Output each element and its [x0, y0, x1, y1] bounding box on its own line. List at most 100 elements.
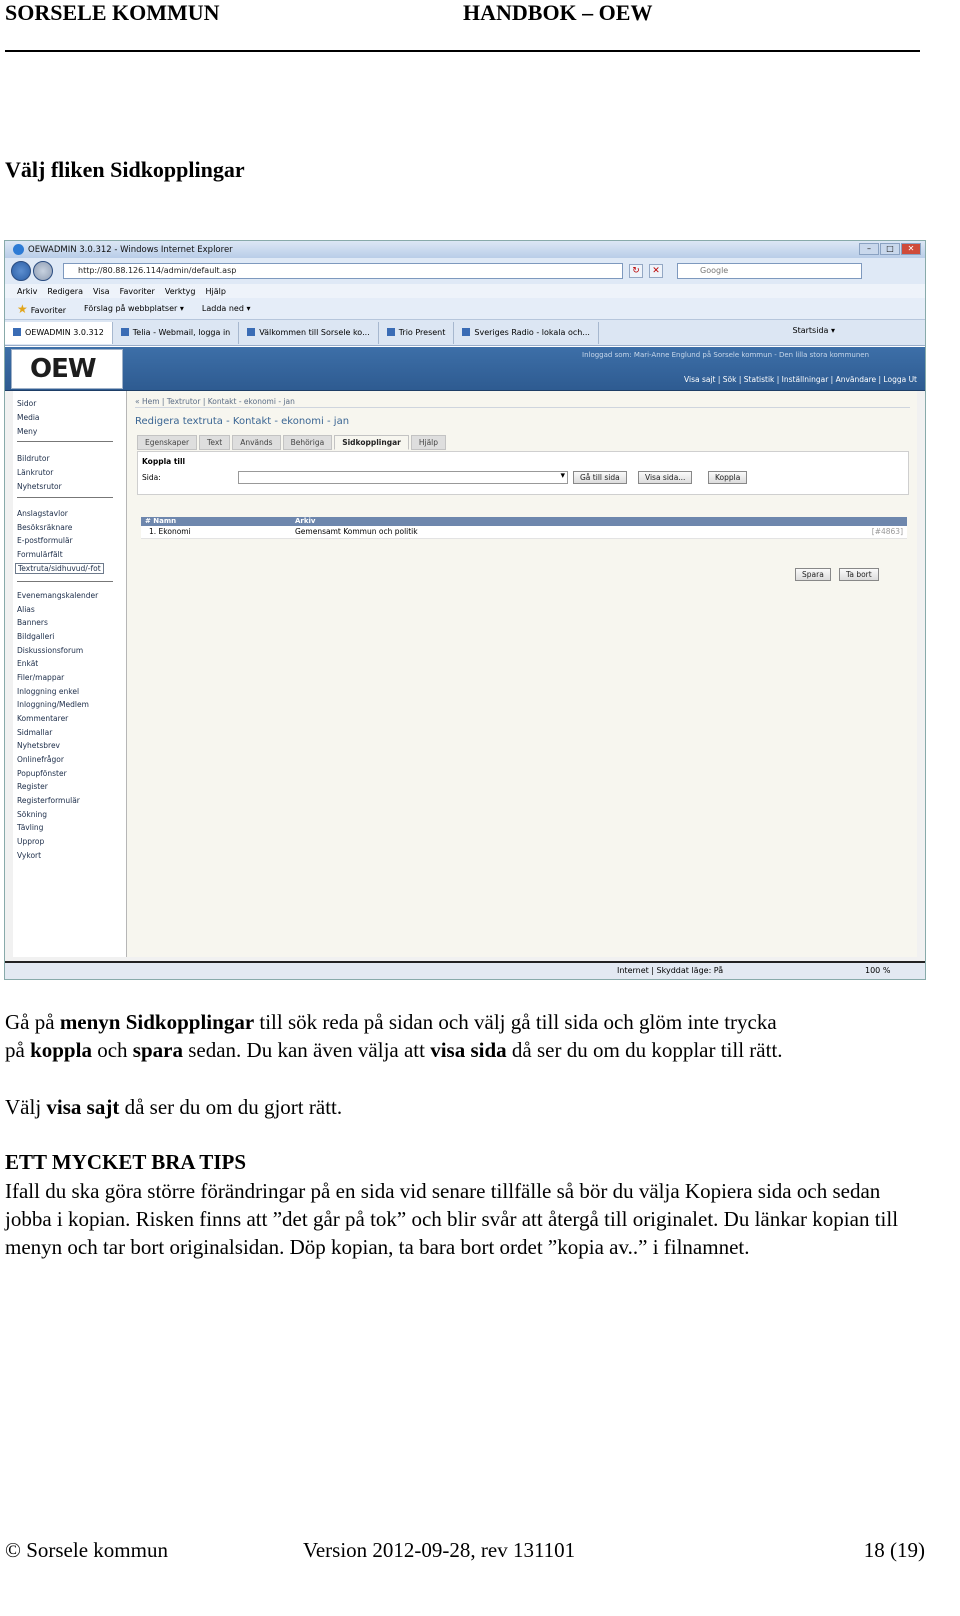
- goto-page-button[interactable]: Gå till sida: [573, 471, 627, 484]
- minimize-icon[interactable]: –: [859, 243, 879, 255]
- text-run: då ser du om du kopplar till rätt.: [506, 1038, 783, 1062]
- sidebar-item[interactable]: Register: [17, 782, 48, 791]
- sidebar-item[interactable]: Banners: [17, 618, 48, 627]
- main-content: « Hem | Textrutor | Kontakt - ekonomi - …: [127, 391, 917, 957]
- sidebar-item[interactable]: Filer/mappar: [17, 673, 64, 682]
- sidebar-item[interactable]: Inloggning/Medlem: [17, 700, 89, 709]
- address-bar[interactable]: http://80.88.126.114/admin/default.asp: [63, 263, 623, 279]
- refresh-icon[interactable]: ↻: [629, 264, 643, 278]
- save-button[interactable]: Spara: [795, 568, 831, 581]
- link-panel: Koppla till Sida: Gå till sida Visa sida…: [137, 451, 909, 495]
- window-title: OEWADMIN 3.0.312 - Windows Internet Expl…: [28, 244, 233, 255]
- sidebar-item[interactable]: Onlinefrågor: [17, 755, 64, 764]
- favorites-label: Favoriter: [30, 305, 67, 315]
- bold-run: koppla: [30, 1038, 92, 1062]
- visa-sajt-paragraph: Välj visa sajt då ser du om du gjort rät…: [5, 1093, 923, 1121]
- status-bar: Internet | Skyddat läge: På 100 %: [5, 961, 925, 979]
- sidebar-item[interactable]: Popupfönster: [17, 769, 67, 778]
- sidebar-item[interactable]: Diskussionsforum: [17, 646, 83, 655]
- text-run: på: [5, 1038, 31, 1062]
- tips-body: Ifall du ska göra större förändringar på…: [5, 1179, 899, 1259]
- security-zone: Internet | Skyddat läge: På: [617, 966, 724, 975]
- sidebar-item[interactable]: Bildrutor: [17, 454, 50, 463]
- menu-bar: Arkiv Redigera Visa Favoriter Verktyg Hj…: [5, 284, 925, 298]
- home-button[interactable]: Startsida ▾: [793, 326, 835, 335]
- sidebar-item[interactable]: Sökning: [17, 810, 47, 819]
- delete-button[interactable]: Ta bort: [839, 568, 879, 581]
- sidebar-item[interactable]: Evenemangskalender: [17, 591, 98, 600]
- maximize-icon[interactable]: □: [880, 243, 900, 255]
- sidebar-item[interactable]: E-postformulär: [17, 536, 73, 545]
- back-icon[interactable]: [11, 261, 31, 281]
- browser-tab[interactable]: Sveriges Radio - lokala och...: [454, 321, 599, 344]
- browser-tab[interactable]: Telia - Webmail, logga in: [113, 321, 240, 344]
- sidebar-item[interactable]: Vykort: [17, 851, 41, 860]
- breadcrumb[interactable]: « Hem | Textrutor | Kontakt - ekonomi - …: [135, 397, 295, 406]
- sidebar-item[interactable]: Alias: [17, 605, 35, 614]
- text-run: till sök reda på sidan och välj gå till …: [254, 1010, 777, 1034]
- close-icon[interactable]: ✕: [901, 243, 921, 255]
- tab-sidkopplingar[interactable]: Sidkopplingar: [334, 435, 409, 450]
- stop-icon[interactable]: ✕: [649, 264, 663, 278]
- sidebar-item[interactable]: Registerformulär: [17, 796, 80, 805]
- menu-arkiv[interactable]: Arkiv: [17, 287, 37, 296]
- menu-favoriter[interactable]: Favoriter: [120, 287, 155, 296]
- sidebar-item[interactable]: Sidmallar: [17, 728, 52, 737]
- sidebar-item[interactable]: Tävling: [17, 823, 43, 832]
- col-archive: Arkiv: [295, 517, 316, 525]
- suggested-sites[interactable]: Förslag på webbplatser ▾: [84, 304, 184, 313]
- table-row[interactable]: 1. Ekonomi Gemensamt Kommun och politik …: [141, 526, 907, 539]
- tab-anvands[interactable]: Används: [232, 435, 281, 450]
- sidebar-item[interactable]: Bildgalleri: [17, 632, 54, 641]
- breadcrumb-divider: [135, 407, 910, 408]
- search-input[interactable]: Google: [677, 263, 862, 279]
- sidebar-item[interactable]: Nyhetsbrev: [17, 741, 60, 750]
- sidebar-item[interactable]: Media: [17, 413, 40, 422]
- tab-text[interactable]: Text: [199, 435, 231, 450]
- app-header: OEW Inloggad som: Mari-Anne Englund på S…: [5, 347, 925, 391]
- sidebar-item[interactable]: Anslagstavlor: [17, 509, 68, 518]
- row-archive: Gemensamt Kommun och politik: [295, 527, 418, 536]
- browser-screenshot: OEWADMIN 3.0.312 - Windows Internet Expl…: [4, 240, 926, 980]
- show-page-button[interactable]: Visa sida...: [638, 471, 693, 484]
- sidebar-divider: [17, 441, 113, 442]
- sidebar-item[interactable]: Besöksräknare: [17, 523, 72, 532]
- top-nav[interactable]: Visa sajt | Sök | Statistik | Inställnin…: [684, 375, 917, 384]
- tab-behoriga[interactable]: Behöriga: [282, 435, 333, 450]
- menu-visa[interactable]: Visa: [93, 287, 110, 296]
- page-heading: Redigera textruta - Kontakt - ekonomi - …: [135, 416, 350, 427]
- menu-hjalp[interactable]: Hjälp: [206, 287, 226, 296]
- text-run: sedan. Du kan även välja att: [182, 1038, 431, 1062]
- menu-redigera[interactable]: Redigera: [47, 287, 83, 296]
- zoom-level[interactable]: 100 %: [865, 966, 890, 975]
- browser-tab[interactable]: Välkommen till Sorsele ko...: [239, 321, 379, 344]
- favorites-bar: ★ Favoriter Förslag på webbplatser ▾ Ladd…: [5, 298, 925, 320]
- forward-icon[interactable]: [33, 261, 53, 281]
- text-run: Välj: [5, 1095, 47, 1119]
- browser-tab[interactable]: OEWADMIN 3.0.312: [5, 321, 113, 344]
- sidebar-item[interactable]: Sidor: [17, 399, 36, 408]
- sidebar-item[interactable]: Inloggning enkel: [17, 687, 79, 696]
- page-select[interactable]: [238, 471, 568, 484]
- sidebar-divider: [17, 581, 113, 582]
- header-doc-title: HANDBOK – OEW: [463, 0, 653, 25]
- sidebar-item[interactable]: Kommentarer: [17, 714, 68, 723]
- sidebar-item-active[interactable]: Textruta/sidhuvud/-fot: [15, 563, 104, 574]
- tab-egenskaper[interactable]: Egenskaper: [137, 435, 198, 450]
- menu-verktyg[interactable]: Verktyg: [165, 287, 196, 296]
- favorites-button[interactable]: ★ Favoriter: [17, 302, 66, 316]
- sidebar-item[interactable]: Upprop: [17, 837, 44, 846]
- tab-label: Telia - Webmail, logga in: [132, 327, 231, 337]
- sidebar-item[interactable]: Nyhetsrutor: [17, 482, 62, 491]
- col-name: # Namn: [145, 517, 177, 525]
- tab-hjalp[interactable]: Hjälp: [410, 435, 447, 450]
- download-button[interactable]: Ladda ned ▾: [202, 304, 251, 313]
- sidebar-item[interactable]: Enkät: [17, 659, 38, 668]
- ie-icon: [13, 244, 24, 255]
- sidebar-item[interactable]: Formulärfält: [17, 550, 63, 559]
- sidebar-item[interactable]: Länkrutor: [17, 468, 53, 477]
- link-button[interactable]: Koppla: [708, 471, 748, 484]
- tab-label: OEWADMIN 3.0.312: [25, 327, 104, 337]
- browser-tab[interactable]: Trio Present: [379, 321, 455, 344]
- sidebar-item[interactable]: Meny: [17, 427, 37, 436]
